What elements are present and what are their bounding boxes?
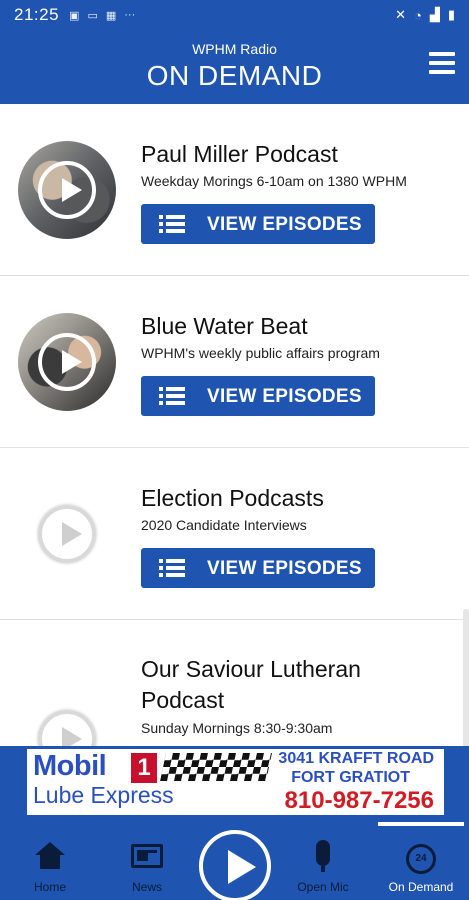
view-episodes-label: VIEW EPISODES (207, 386, 362, 407)
podcast-title: Paul Miller Podcast (141, 141, 338, 167)
play-icon[interactable] (38, 710, 96, 746)
checkered-flag-icon (160, 753, 272, 781)
status-time: 21:25 (14, 5, 60, 24)
page-title: ON DEMAND (146, 60, 323, 91)
ad-phone: 810-987-7256 (284, 787, 434, 814)
podcast-thumbnail[interactable] (18, 141, 116, 239)
view-episodes-label: VIEW EPISODES (207, 558, 362, 579)
podcast-thumbnail[interactable] (18, 690, 116, 746)
nav-label: News (131, 880, 162, 894)
ad-address: 3041 KRAFFT ROAD (278, 750, 434, 767)
podcast-title: Blue Water Beat (141, 313, 308, 339)
microphone-icon (316, 840, 330, 872)
podcast-title: Our Saviour Lutheran Podcast (141, 656, 361, 713)
ad-brand-number: 1 (131, 753, 157, 783)
image-icon: ▣ (69, 9, 80, 22)
status-bar: 21:25 ▣ ▭ ▦ ··· ✕ ◔ ▟ ▮ (0, 0, 469, 30)
status-notification-icons: ▣ ▭ ▦ ··· (69, 9, 135, 22)
nav-item-open-mic[interactable]: Open Mic (280, 822, 366, 900)
play-icon[interactable] (38, 333, 96, 391)
list-item: Election Podcasts 2020 Candidate Intervi… (0, 448, 469, 620)
list-icon (159, 559, 185, 577)
list-icon (159, 387, 185, 405)
podcast-thumbnail[interactable] (18, 485, 116, 583)
podcast-description: 2020 Candidate Interviews (141, 517, 307, 533)
newspaper-icon (131, 844, 163, 868)
ad-image[interactable]: Mobil 1 Lube Express 3041 KRAFFT ROAD FO… (27, 749, 444, 815)
center-play-button[interactable] (199, 830, 271, 900)
podcast-description: Sunday Mornings 8:30-9:30am (141, 720, 333, 736)
bottom-nav: Home News Open Mic 24 On Demand (0, 822, 469, 900)
status-system-icons: ✕ ◔ ▟ ▮ (395, 7, 455, 23)
ad-city: FORT GRATIOT (291, 769, 410, 786)
app-header: WPHM Radio ON DEMAND (0, 30, 469, 104)
ad-banner[interactable]: Mobil 1 Lube Express 3041 KRAFFT ROAD FO… (0, 746, 469, 822)
view-episodes-button[interactable]: VIEW EPISODES (141, 548, 375, 588)
list-item: Blue Water Beat WPHM's weekly public aff… (0, 276, 469, 448)
nav-label: Home (33, 880, 66, 894)
nav-label: Open Mic (297, 880, 349, 894)
list-icon (159, 215, 185, 233)
mute-icon: ✕ (395, 7, 406, 22)
podcast-list[interactable]: Paul Miller Podcast Weekday Morings 6-10… (0, 104, 469, 746)
podcast-description: Weekday Morings 6-10am on 1380 WPHM (141, 173, 407, 189)
station-name: WPHM Radio (192, 41, 277, 57)
podcast-thumbnail[interactable] (18, 313, 116, 411)
ticker-icon: ▭ (87, 9, 98, 22)
hamburger-menu-icon[interactable] (429, 52, 455, 74)
view-episodes-label: VIEW EPISODES (207, 214, 362, 235)
play-icon[interactable] (38, 505, 96, 563)
nav-item-on-demand[interactable]: 24 On Demand (378, 822, 464, 900)
nav-item-home[interactable]: Home (7, 822, 93, 900)
scrollbar[interactable] (463, 609, 469, 746)
home-icon (35, 842, 65, 870)
battery-icon: ▮ (447, 7, 455, 22)
signal-icon: ▟ (429, 7, 440, 22)
list-item: Paul Miller Podcast Weekday Morings 6-10… (0, 104, 469, 276)
nav-label: On Demand (388, 880, 454, 894)
list-item: Our Saviour Lutheran Podcast Sunday Morn… (0, 620, 469, 746)
ad-brand: Mobil (33, 750, 107, 782)
on-demand-24-icon: 24 (406, 844, 436, 874)
view-episodes-button[interactable]: VIEW EPISODES (141, 204, 375, 244)
ad-brand-line: Lube Express (33, 782, 174, 808)
view-episodes-button[interactable]: VIEW EPISODES (141, 376, 375, 416)
wifi-icon: ◔ (413, 7, 422, 23)
podcast-description: WPHM's weekly public affairs program (141, 345, 380, 361)
podcast-title: Election Podcasts (141, 485, 324, 511)
more-dots-icon: ··· (124, 9, 136, 21)
play-icon[interactable] (38, 161, 96, 219)
nav-item-news[interactable]: News (104, 822, 190, 900)
news-badge-icon: ▦ (105, 9, 117, 22)
